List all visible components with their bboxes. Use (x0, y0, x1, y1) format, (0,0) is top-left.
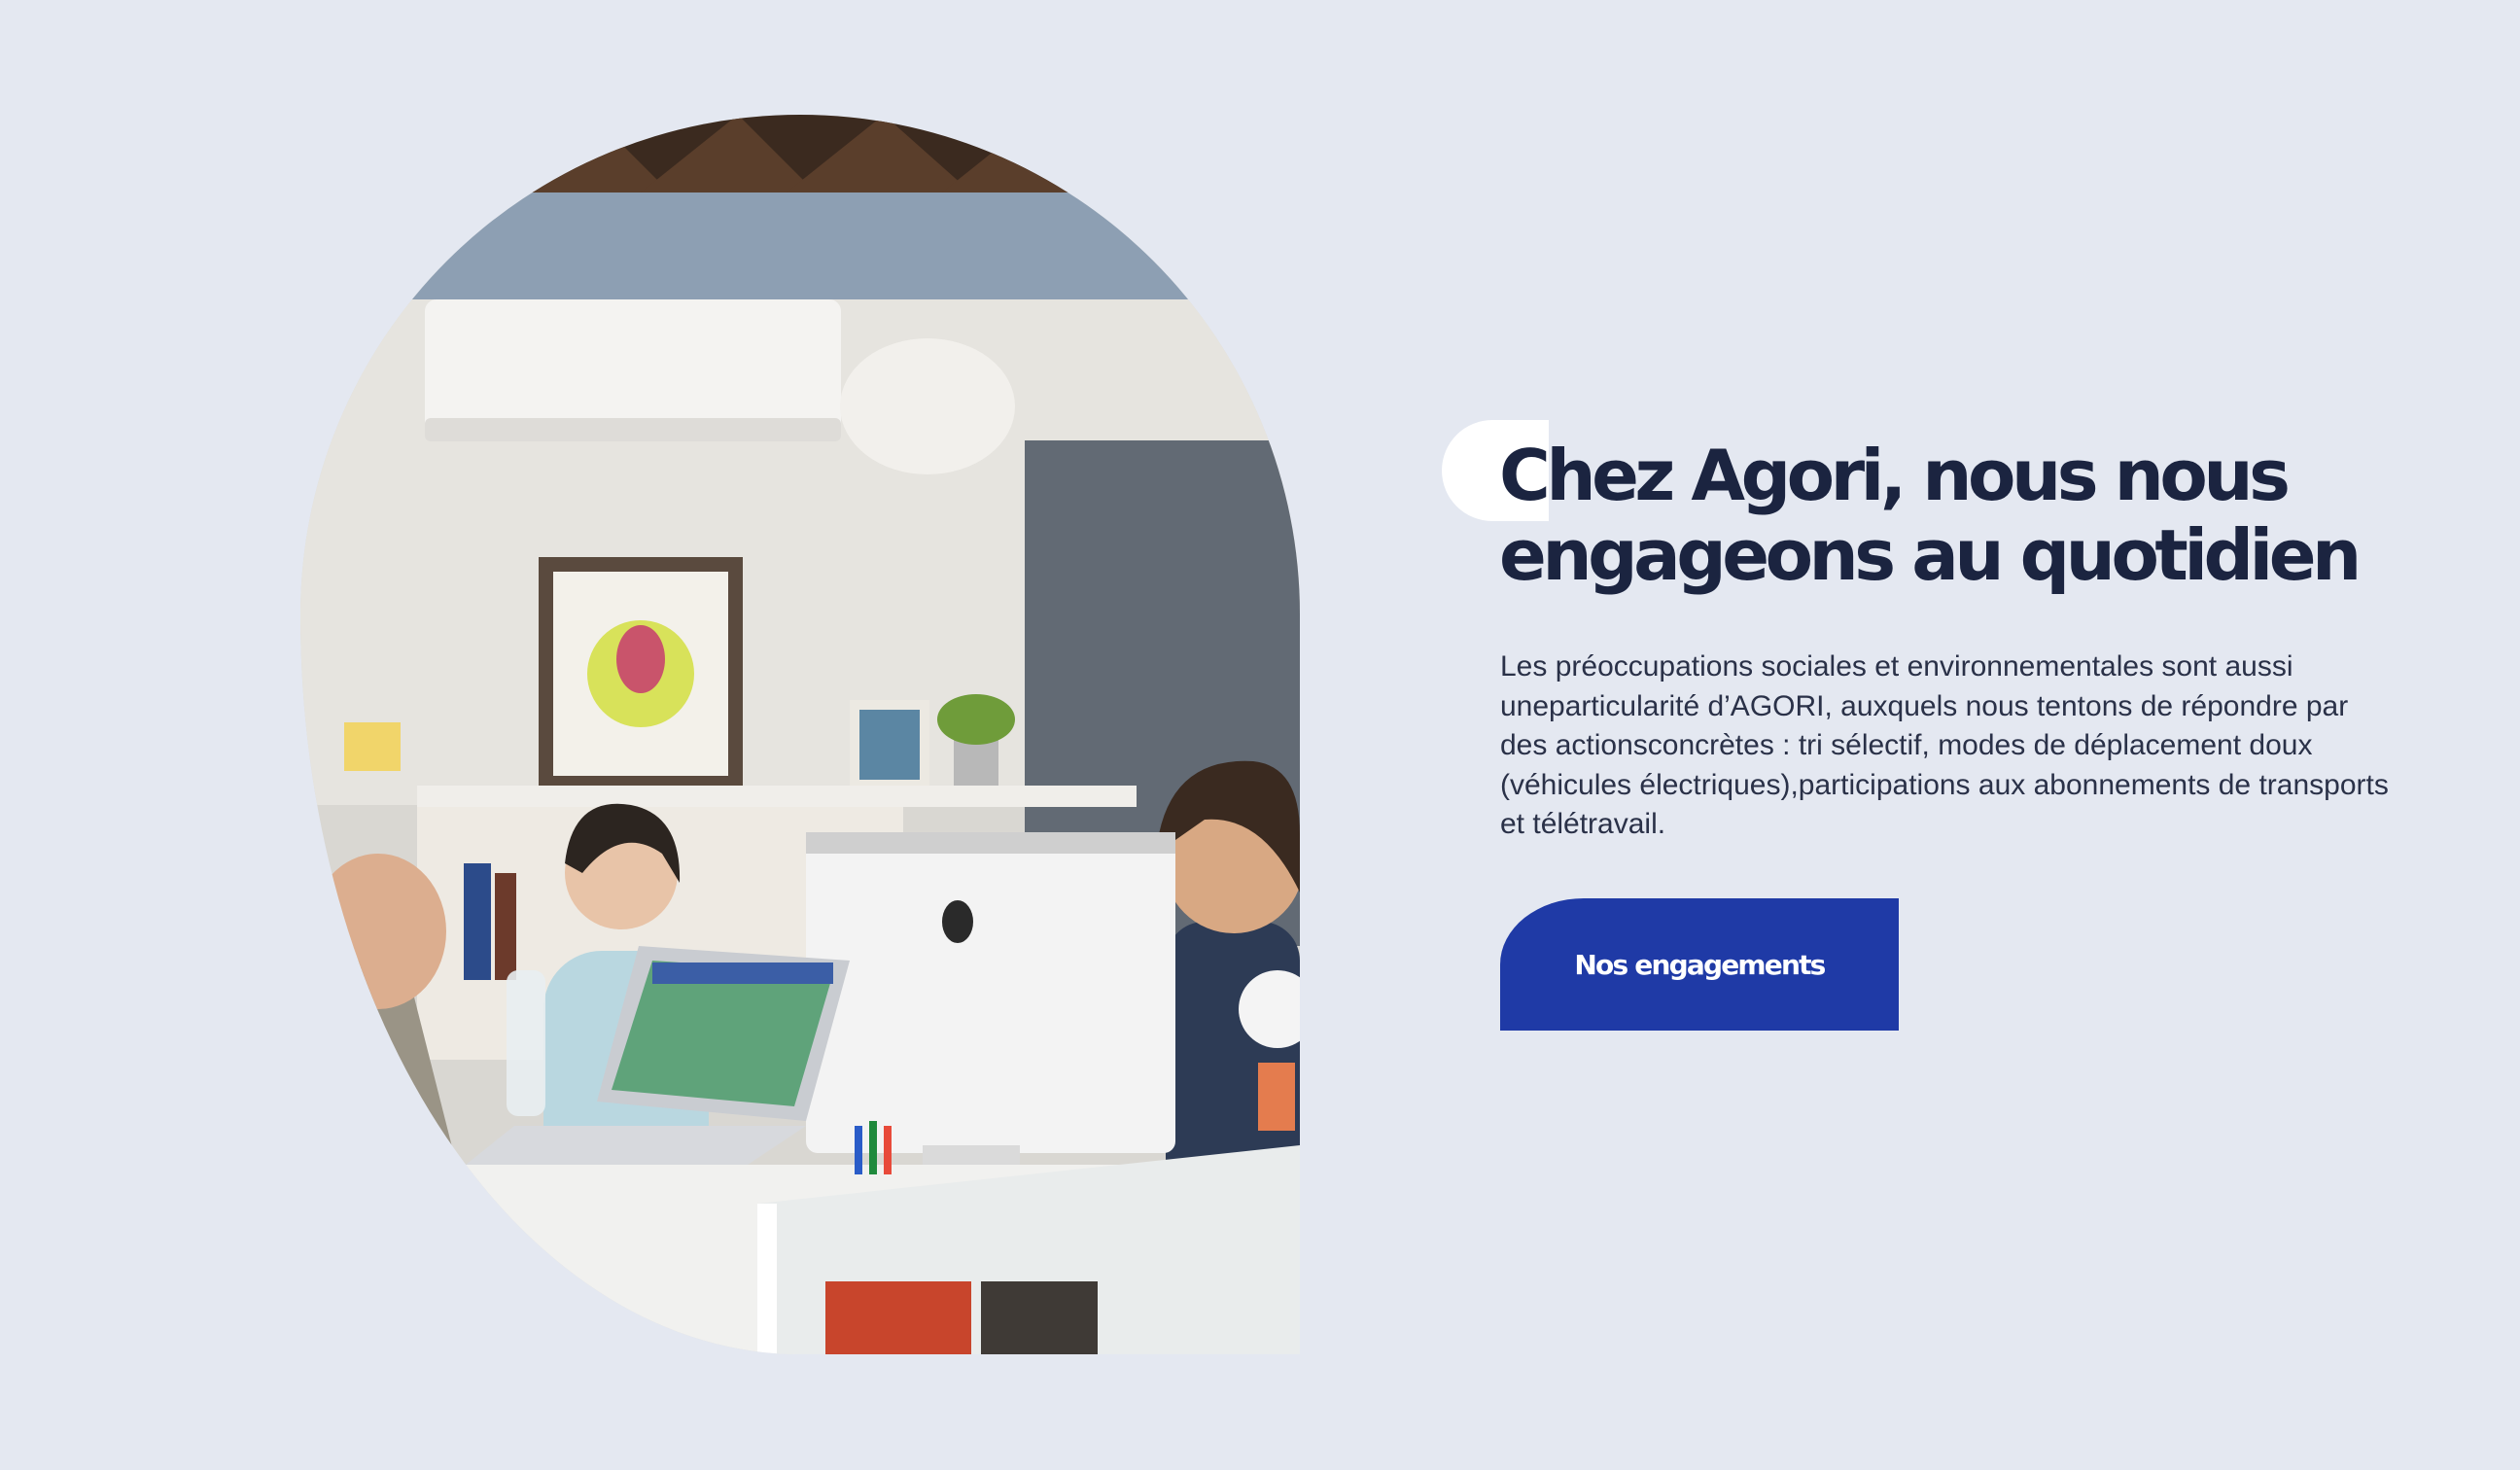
page: Chez Agori, nous nous engageons au quoti… (0, 0, 2520, 1470)
section-heading: Chez Agori, nous nous engageons au quoti… (1499, 435, 2362, 596)
nos-engagements-button[interactable]: Nos engagements (1500, 898, 1899, 1031)
office-team-photo (300, 115, 1300, 1354)
section-description: Les préoccupations sociales et environne… (1500, 650, 2389, 840)
